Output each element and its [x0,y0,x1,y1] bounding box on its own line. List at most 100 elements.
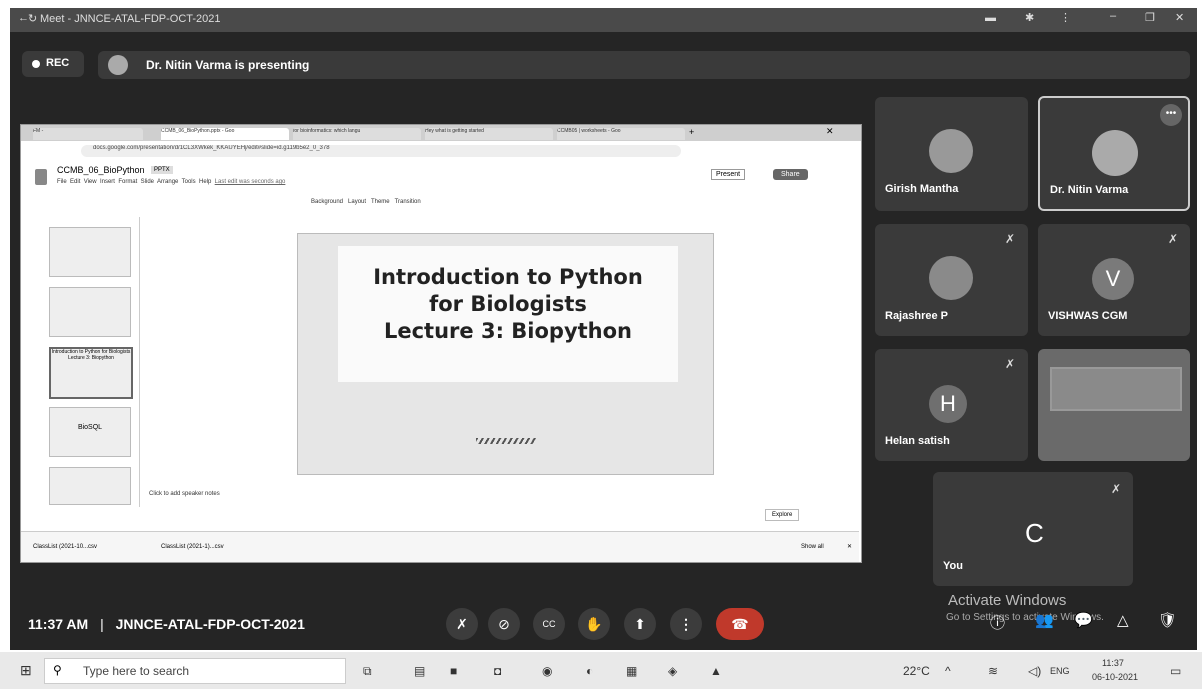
participant-tile[interactable]: Girish Mantha [875,97,1028,211]
mic-off-icon: ✗ [456,616,468,632]
browser-tab[interactable]: Hey what is getting started [425,128,553,140]
doc-badge: PPTX [151,166,173,174]
browser-tab[interactable]: for bioinformatics: which langu [293,128,421,140]
slide-title-line1: Introduction to Python [373,265,643,289]
browser-tab[interactable]: CCMB05 | worksheets - Goo [557,128,685,140]
footer-separator: | [100,616,104,632]
menu-slide[interactable]: Slide [141,179,154,185]
refresh-icon[interactable]: ↻ [28,12,37,25]
browser-icon[interactable]: ◐ [586,664,593,678]
language-text[interactable]: ENG [1050,666,1070,676]
close-icon[interactable]: ✕ [1175,11,1184,24]
menu-icon[interactable]: ⋮ [1060,11,1071,24]
more-options-button[interactable]: ⋮ [670,608,702,640]
slide-thumbnail[interactable] [49,287,131,337]
toolbar-theme[interactable]: Theme [371,199,390,205]
menu-view[interactable]: View [84,179,97,185]
menu-edit[interactable]: Edit [70,179,80,185]
mic-off-icon: ✗ [1168,232,1179,246]
browser-close-icon[interactable]: ✕ [826,126,834,137]
slides-logo-icon [35,169,47,185]
app-icon[interactable]: ◈ [668,664,677,678]
volume-icon[interactable]: ◁) [1028,664,1041,678]
notification-icon[interactable]: ▭ [1170,664,1181,678]
activities-icon[interactable]: △ [1117,611,1129,629]
clock-time[interactable]: 11:37 [1102,658,1124,668]
chat-icon[interactable]: 💬 [1074,611,1093,629]
close-download-bar-icon[interactable]: ✕ [847,543,852,550]
participant-tile[interactable]: ✗ Rajashree P [875,224,1028,336]
taskbar-search-box[interactable]: ⚲ Type here to search [44,658,346,684]
app-icon[interactable]: ◘ [494,664,501,678]
toolbar-transition[interactable]: Transition [395,199,421,205]
menu-file[interactable]: File [57,179,67,185]
presenter-banner: Dr. Nitin Varma is presenting [98,51,1190,79]
search-placeholder: Type here to search [83,664,190,678]
slide-title-line3: Lecture 3: Biopython [383,319,632,343]
file-explorer-icon[interactable]: ▤ [414,664,425,678]
slide-thumbnail[interactable] [49,227,131,277]
app-icon[interactable]: ■ [450,664,457,678]
slide-thumbnail-selected[interactable]: Introduction to Python for Biologists Le… [49,347,133,399]
restore-icon[interactable]: ❐ [1145,11,1155,24]
slide-thumbnail[interactable]: BioSQL [49,407,131,457]
windows-start-icon[interactable]: ⊞ [20,662,32,679]
menu-insert[interactable]: Insert [100,179,115,185]
share-button[interactable]: Share [773,169,808,180]
browser-tab[interactable]: FM - [33,128,143,140]
slides-toolbar: Background Layout Theme Transition [311,199,421,205]
weather-text[interactable]: 22°C [903,664,930,678]
menu-arrange[interactable]: Arrange [157,179,178,185]
address-bar[interactable]: docs.google.com/presentation/d/1CL3XWkek… [81,145,681,157]
avatar: H [929,385,967,423]
doc-title[interactable]: CCMB_06_BioPython [57,165,145,175]
present-button[interactable]: Present [711,169,746,180]
host-controls-icon[interactable]: 🛡 [1158,611,1177,629]
leave-call-button[interactable]: ☎ [716,608,764,640]
info-icon[interactable]: ⓘ [990,612,1005,633]
captions-button[interactable]: CC [533,608,565,640]
raise-hand-button[interactable]: ✋ [578,608,610,640]
participant-tile-active[interactable]: ••• Dr. Nitin Varma [1038,96,1190,211]
phone-hangup-icon: ☎ [731,616,749,632]
speaker-notes[interactable]: Click to add speaker notes [149,491,220,497]
people-icon[interactable]: 👥 [1035,611,1054,629]
clock-date[interactable]: 06-10-2021 [1092,672,1138,682]
participant-tile-screen[interactable] [1038,349,1190,461]
present-icon: ⬆ [634,616,646,632]
self-tile[interactable]: ✗ C You [933,472,1133,586]
activate-windows-title: Activate Windows [948,592,1067,609]
browser-tab-active[interactable]: CCMB_06_BioPython.pptx - Goo [161,128,289,140]
cast-icon[interactable]: ▬ [985,12,996,24]
photos-icon[interactable]: ▲ [710,664,722,678]
search-icon: ⚲ [53,663,62,677]
camera-toggle-button[interactable]: ⊘ [488,608,520,640]
extension-icon[interactable]: ✱ [1025,11,1034,24]
participant-tile[interactable]: ✗ H Helan satish [875,349,1028,461]
task-view-icon[interactable]: ⧉ [363,664,372,679]
toolbar-layout[interactable]: Layout [348,199,366,205]
mic-toggle-button[interactable]: ✗ [446,608,478,640]
menu-help[interactable]: Help [199,179,211,185]
meeting-footer: 11:37 AM | JNNCE-ATAL-FDP-OCT-2021 [28,616,305,632]
slide-thumbnail[interactable] [49,467,131,505]
new-tab-icon[interactable]: + [689,127,694,137]
more-options-icon[interactable]: ••• [1160,104,1182,126]
network-icon[interactable]: ≋ [988,664,998,678]
download-item[interactable]: ClassList (2021-1)...csv [161,544,224,550]
show-all-button[interactable]: Show all [801,544,824,550]
toolbar-background[interactable]: Background [311,199,343,205]
menu-tools[interactable]: Tools [182,179,196,185]
tray-chevron-icon[interactable]: ^ [945,664,951,678]
minimize-icon[interactable]: – [1110,10,1116,22]
participant-tile[interactable]: ✗ V VISHWAS CGM [1038,224,1190,336]
present-now-button[interactable]: ⬆ [624,608,656,640]
explore-button[interactable]: Explore [765,509,800,521]
download-item[interactable]: ClassList (2021-10...csv [33,544,97,550]
word-icon[interactable]: ▦ [626,664,637,678]
menu-bar: File Edit View Insert Format Slide Arran… [57,179,285,185]
presenter-avatar [108,55,128,75]
menu-format[interactable]: Format [118,179,137,185]
last-edit-link[interactable]: Last edit was seconds ago [215,179,286,185]
chrome-icon[interactable]: ◉ [542,664,552,678]
